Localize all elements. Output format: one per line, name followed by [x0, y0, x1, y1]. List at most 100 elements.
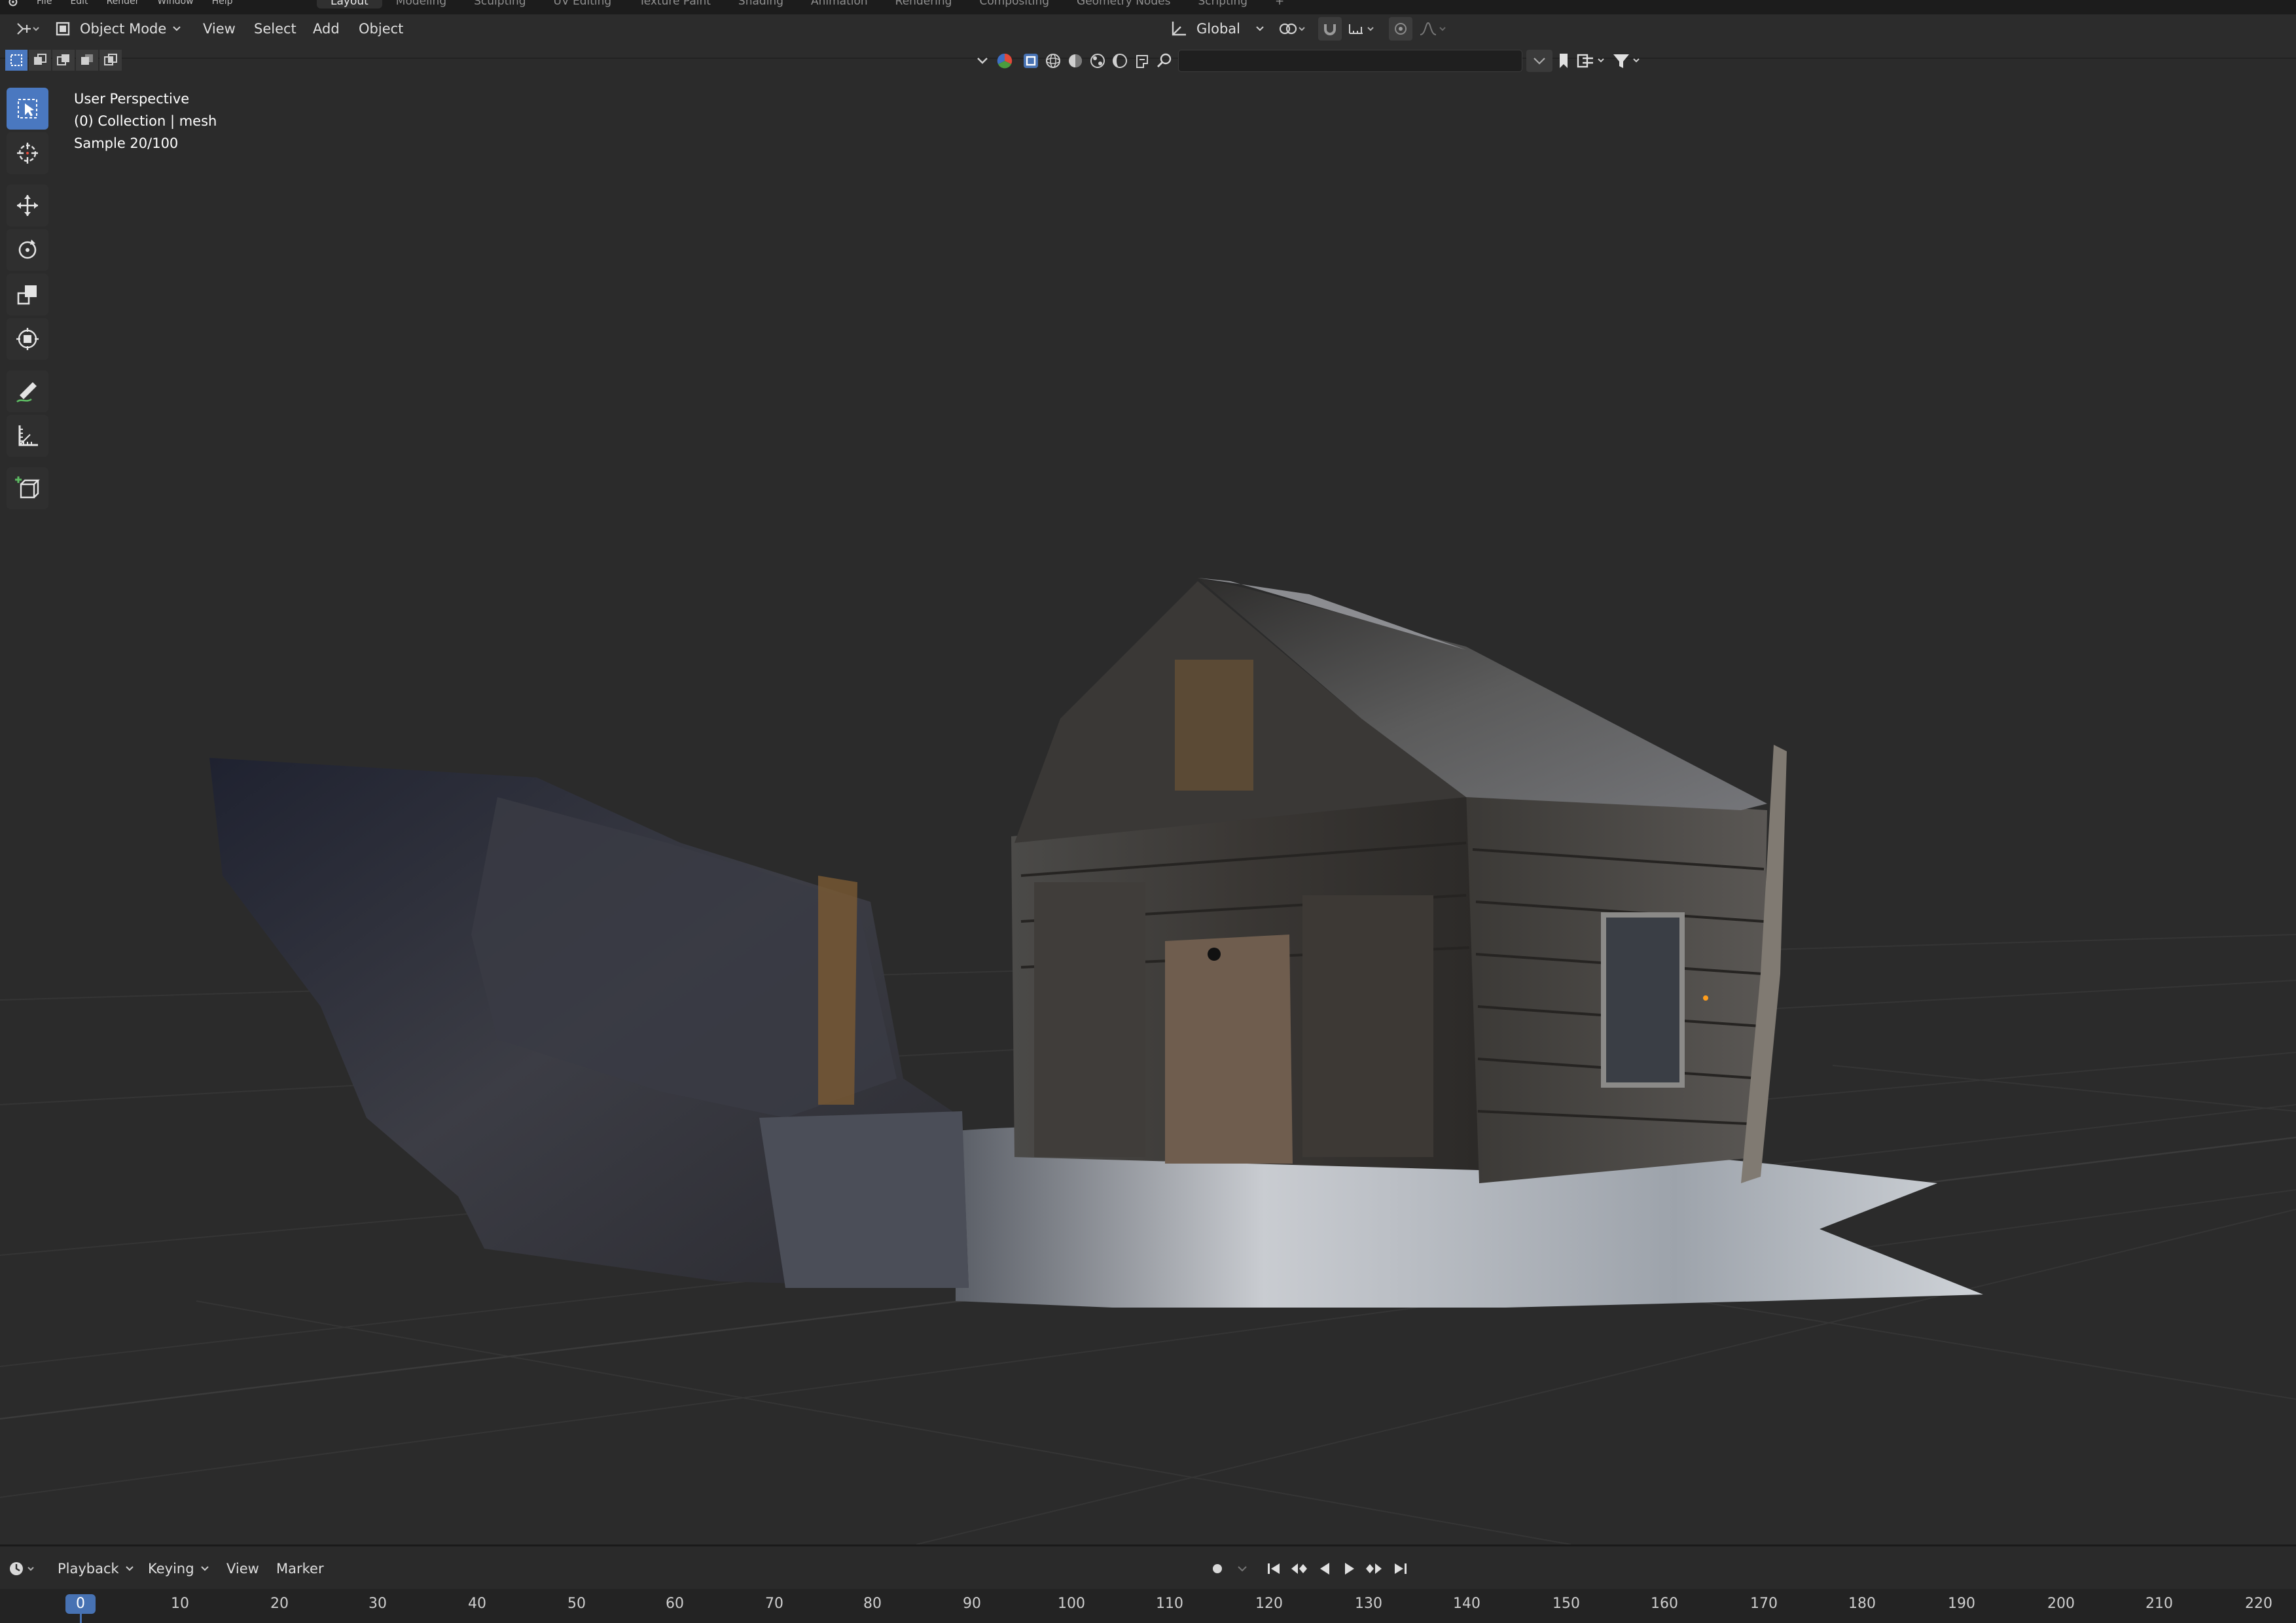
- next-keyframe-button[interactable]: [1364, 1558, 1385, 1579]
- menu-file[interactable]: File: [37, 0, 52, 7]
- menu-object[interactable]: Object: [359, 14, 403, 43]
- tool-cursor[interactable]: [7, 132, 48, 174]
- proportional-edit-toggle[interactable]: [1389, 17, 1412, 41]
- play-reverse-button[interactable]: [1314, 1558, 1335, 1579]
- measure-icon: [18, 425, 38, 446]
- menu-add[interactable]: Add: [313, 14, 340, 43]
- frame-tick: 220: [2245, 1596, 2272, 1612]
- auto-keying-toggle[interactable]: [1207, 1558, 1228, 1579]
- viewport-header: Object Mode View Select Add Object Globa…: [0, 14, 2296, 72]
- menu-edit[interactable]: Edit: [70, 0, 88, 7]
- tool-scale[interactable]: [7, 274, 48, 315]
- rotate-icon: [18, 240, 37, 259]
- tab-geometry-nodes[interactable]: Geometry Nodes: [1063, 0, 1184, 9]
- tab-sculpting[interactable]: Sculpting: [460, 0, 539, 9]
- frame-tick: 110: [1156, 1596, 1183, 1612]
- crate-mesh: [759, 1111, 969, 1288]
- brick-door: [1165, 935, 1293, 1164]
- chevron-down-icon: [1256, 26, 1264, 31]
- mode-dropdown[interactable]: Object Mode: [54, 16, 181, 42]
- tab-shading[interactable]: Shading: [725, 0, 797, 9]
- play-reverse-icon: [1320, 1563, 1329, 1575]
- scale-icon: [17, 285, 37, 305]
- prev-keyframe-button[interactable]: [1288, 1558, 1309, 1579]
- frame-tick: 80: [863, 1596, 882, 1612]
- tool-add-cube[interactable]: [7, 467, 48, 509]
- orientation-icon: [1172, 22, 1186, 36]
- move-icon: [17, 195, 38, 216]
- tab-rendering[interactable]: Rendering: [882, 0, 966, 9]
- tab-animation[interactable]: Animation: [797, 0, 882, 9]
- menu-view[interactable]: View: [203, 14, 236, 43]
- magnet-icon: [1324, 24, 1336, 35]
- chevron-down-icon: [1238, 1566, 1247, 1572]
- tab-compositing[interactable]: Compositing: [965, 0, 1063, 9]
- frame-tick: 140: [1453, 1596, 1480, 1612]
- frame-tick: 200: [2047, 1596, 2075, 1612]
- menu-help[interactable]: Help: [212, 0, 233, 7]
- tool-select-box[interactable]: [7, 88, 48, 130]
- sample-label: Sample 20/100: [74, 135, 179, 151]
- cursor-icon: [17, 143, 38, 164]
- keying-label: Keying: [148, 1561, 194, 1577]
- object-mode-icon: [56, 22, 70, 36]
- timeline-editor-type[interactable]: [5, 1556, 42, 1582]
- tool-shelf: [7, 88, 51, 512]
- tool-move[interactable]: [7, 185, 48, 226]
- keying-menu[interactable]: Keying: [148, 1556, 209, 1582]
- transform-orientation-dropdown[interactable]: Global: [1169, 16, 1264, 42]
- viewport-info: User Perspective (0) Collection | mesh S…: [74, 88, 217, 154]
- play-button[interactable]: [1339, 1558, 1360, 1579]
- frame-tick: 120: [1255, 1596, 1283, 1612]
- jump-start-icon: [1268, 1563, 1280, 1574]
- frame-tick: 190: [1948, 1596, 1975, 1612]
- collection-label: (0) Collection | mesh: [74, 113, 217, 129]
- timeline-ruler[interactable]: 0 10 20 30 40 50 60 70 80 90 100 110 120…: [0, 1589, 2296, 1623]
- timeline-menu-marker[interactable]: Marker: [276, 1554, 324, 1583]
- editor-type-button[interactable]: [9, 17, 45, 41]
- current-frame-indicator[interactable]: 0: [65, 1594, 96, 1614]
- keying-options-dropdown[interactable]: [1232, 1558, 1253, 1579]
- chevron-down-icon: [125, 1566, 134, 1571]
- tab-scripting[interactable]: Scripting: [1184, 0, 1261, 9]
- jump-start-button[interactable]: [1263, 1558, 1284, 1579]
- playback-menu[interactable]: Playback: [58, 1556, 134, 1582]
- frame-tick: 60: [666, 1596, 684, 1612]
- tool-transform[interactable]: [7, 318, 48, 360]
- tool-rotate[interactable]: [7, 229, 48, 271]
- play-icon: [1345, 1563, 1354, 1575]
- tab-texture-paint[interactable]: Texture Paint: [625, 0, 725, 9]
- falloff-curve-icon: [1420, 22, 1446, 35]
- next-keyframe-icon: [1366, 1563, 1382, 1574]
- mode-label: Object Mode: [80, 21, 167, 37]
- frame-tick: 160: [1651, 1596, 1678, 1612]
- menu-select[interactable]: Select: [254, 14, 296, 43]
- playhead-line: [80, 1614, 82, 1623]
- frame-tick: 40: [468, 1596, 486, 1612]
- tool-annotate[interactable]: [7, 370, 48, 412]
- tool-measure[interactable]: [7, 415, 48, 457]
- menu-render[interactable]: Render: [107, 0, 139, 7]
- timeline-menu-view[interactable]: View: [226, 1554, 259, 1583]
- frame-tick: 100: [1058, 1596, 1085, 1612]
- pivot-point-dropdown[interactable]: [1275, 17, 1312, 41]
- add-workspace-button[interactable]: +: [1261, 0, 1298, 9]
- blender-logo-icon[interactable]: [7, 0, 18, 9]
- snap-target-dropdown[interactable]: [1344, 17, 1380, 41]
- jump-end-button[interactable]: [1390, 1558, 1411, 1579]
- tab-uv-editing[interactable]: UV Editing: [540, 0, 626, 9]
- timeline-header: Playback Keying View Marker: [0, 1544, 2296, 1591]
- tab-modeling[interactable]: Modeling: [382, 0, 460, 9]
- 3d-viewport[interactable]: User Perspective (0) Collection | mesh S…: [0, 58, 2296, 1544]
- loft-door: [1175, 660, 1253, 791]
- frame-tick: 70: [765, 1596, 783, 1612]
- chevron-down-icon: [200, 1566, 209, 1571]
- pivot-icon: [1279, 23, 1305, 35]
- tab-layout[interactable]: Layout: [317, 0, 382, 9]
- snap-toggle[interactable]: [1318, 17, 1342, 41]
- frame-tick: 210: [2145, 1596, 2173, 1612]
- menu-window[interactable]: Window: [157, 0, 193, 7]
- select-box-icon: [18, 99, 37, 118]
- falloff-dropdown[interactable]: [1416, 17, 1452, 41]
- annotate-icon: [16, 382, 37, 403]
